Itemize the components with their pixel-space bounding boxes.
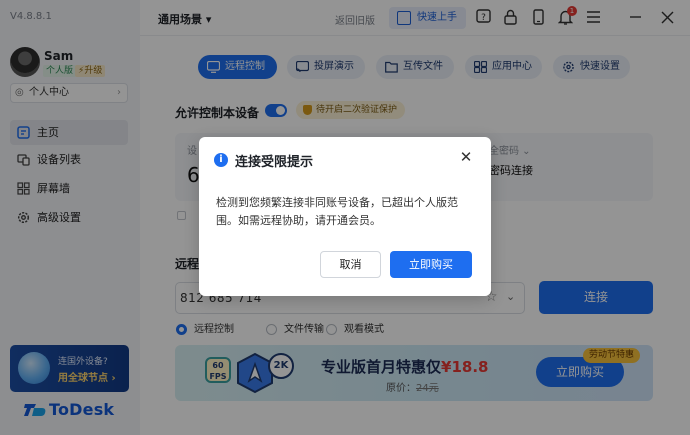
info-icon: i (214, 153, 228, 167)
dialog-title: 连接受限提示 (235, 155, 314, 170)
cancel-button[interactable]: 取消 (320, 251, 381, 278)
dialog-message: 检测到您频繁连接非同账号设备，已超出个人版范围。如需远程协助，请开通会员。 (216, 196, 458, 227)
close-icon[interactable]: ✕ (458, 149, 474, 165)
buy-now-button[interactable]: 立即购买 (390, 251, 472, 278)
app-window: V4.8.8.1 Sam 个人版 ⚡升级 ◎ 个人中心 › 主页 设备列表 屏幕… (0, 0, 690, 435)
connection-limit-dialog: i 连接受限提示 ✕ 检测到您频繁连接非同账号设备，已超出个人版范围。如需远程协… (199, 137, 491, 296)
